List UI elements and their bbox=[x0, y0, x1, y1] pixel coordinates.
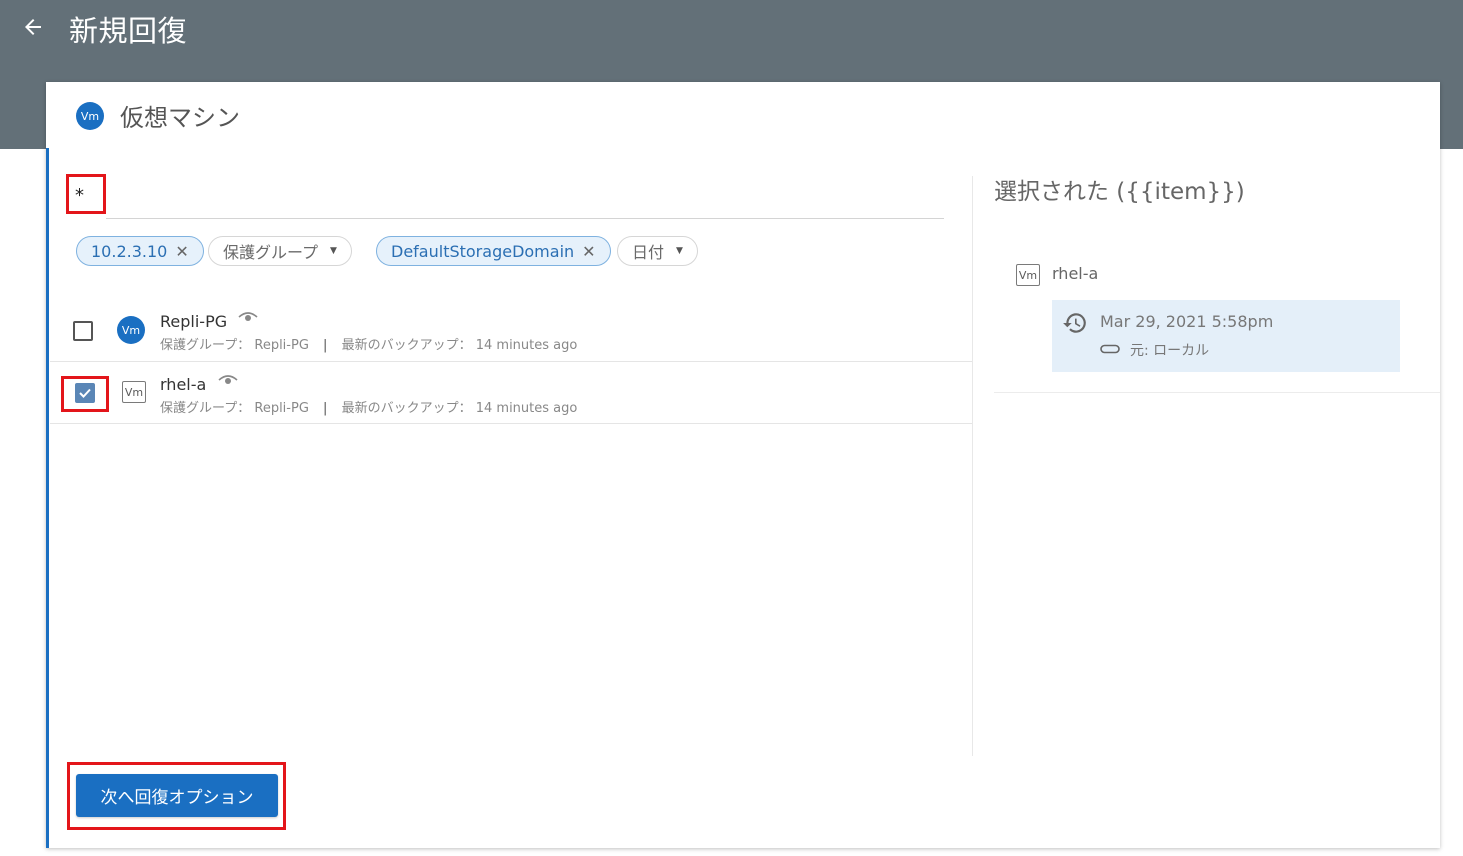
next-recovery-options-button[interactable]: 次へ回復オプション bbox=[76, 774, 278, 817]
section-title: 仮想マシン bbox=[120, 104, 240, 132]
link-icon bbox=[1100, 344, 1120, 354]
vm-icon: Vm bbox=[117, 316, 145, 344]
row-checkbox[interactable] bbox=[73, 321, 93, 341]
row-name: rhel-a bbox=[160, 375, 207, 394]
filter-chip-protection-group[interactable]: 保護グループ ▼ bbox=[208, 236, 352, 266]
close-icon[interactable]: ✕ bbox=[175, 242, 188, 261]
filter-chip-label: 日付 bbox=[632, 243, 665, 262]
backup-source: 元: ローカル bbox=[1130, 343, 1210, 359]
vm-icon: Vm bbox=[122, 381, 146, 403]
left-accent-bar bbox=[46, 148, 49, 848]
row-divider bbox=[50, 423, 972, 424]
meta-group-label: 保護グループ： bbox=[160, 338, 251, 353]
selected-backup-card[interactable]: Mar 29, 2021 5:58pm 元: ローカル bbox=[1052, 300, 1400, 372]
filter-chip-label: 10.2.3.10 bbox=[91, 241, 168, 261]
row-name: Repli-PG bbox=[160, 312, 228, 331]
meta-group-value: Repli-PG bbox=[254, 401, 309, 416]
selected-panel: 選択された ({{item}}) Vm rhel-a Mar 29, 2021 … bbox=[972, 148, 1440, 768]
row-meta: 保護グループ： Repli-PG | 最新のバックアップ： 14 minutes… bbox=[160, 401, 578, 416]
backup-date: Mar 29, 2021 5:58pm bbox=[1100, 312, 1274, 331]
card-header: Vm 仮想マシン bbox=[46, 82, 1440, 148]
page-title: 新規回復 bbox=[69, 14, 188, 48]
row-meta: 保護グループ： Repli-PG | 最新のバックアップ： 14 minutes… bbox=[160, 338, 578, 353]
meta-backup-label: 最新のバックアップ： bbox=[341, 401, 472, 416]
main-card: Vm 仮想マシン 10.2.3.10 ✕ 保護グループ ▼ DefaultSto… bbox=[46, 82, 1440, 848]
meta-backup-label: 最新のバックアップ： bbox=[341, 338, 472, 353]
filter-chip-storage-domain[interactable]: DefaultStorageDomain ✕ bbox=[376, 236, 611, 266]
back-arrow-icon bbox=[25, 19, 41, 35]
search-underline bbox=[106, 218, 944, 219]
panel-divider bbox=[972, 176, 973, 756]
eye-icon[interactable] bbox=[238, 311, 258, 323]
filter-chip-date[interactable]: 日付 ▼ bbox=[617, 236, 698, 266]
caret-down-icon: ▼ bbox=[330, 246, 337, 256]
table-row[interactable]: Vm Repli-PG 保護グループ： Repli-PG | 最新のバックアップ… bbox=[50, 300, 972, 362]
meta-group-value: Repli-PG bbox=[254, 338, 309, 353]
search-highlight bbox=[66, 174, 106, 214]
meta-group-label: 保護グループ： bbox=[160, 401, 251, 416]
eye-icon[interactable] bbox=[218, 374, 238, 386]
vm-icon: Vm bbox=[1016, 264, 1040, 286]
filter-chip-label: DefaultStorageDomain bbox=[391, 241, 575, 261]
panel-divider bbox=[994, 392, 1440, 393]
history-icon bbox=[1063, 313, 1086, 333]
caret-down-icon: ▼ bbox=[676, 246, 683, 256]
close-icon[interactable]: ✕ bbox=[582, 242, 595, 261]
selected-item-name: rhel-a bbox=[1052, 264, 1099, 283]
table-row[interactable]: Vm rhel-a 保護グループ： Repli-PG | 最新のバックアップ： … bbox=[50, 362, 972, 424]
check-icon bbox=[79, 388, 91, 398]
search-input[interactable] bbox=[75, 183, 99, 207]
row-checkbox[interactable] bbox=[75, 383, 95, 403]
back-button[interactable] bbox=[18, 12, 48, 42]
selected-title: 選択された ({{item}}) bbox=[994, 179, 1245, 205]
filter-chip-label: 保護グループ bbox=[223, 243, 319, 262]
filter-chip-host[interactable]: 10.2.3.10 ✕ bbox=[76, 236, 204, 266]
vm-icon: Vm bbox=[76, 102, 104, 130]
meta-backup-value: 14 minutes ago bbox=[475, 338, 578, 353]
vm-list-panel: 10.2.3.10 ✕ 保護グループ ▼ DefaultStorageDomai… bbox=[50, 148, 972, 848]
meta-backup-value: 14 minutes ago bbox=[475, 401, 578, 416]
